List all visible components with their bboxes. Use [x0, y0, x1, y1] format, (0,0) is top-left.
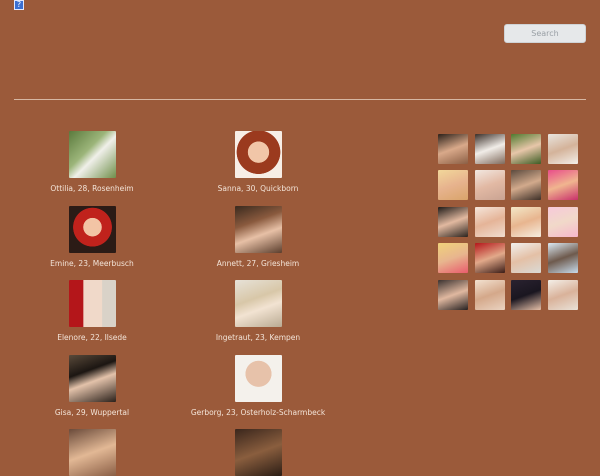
profile-caption[interactable]: Gisa, 29, Wuppertal [7, 408, 177, 418]
profile-caption[interactable]: Annett, 27, Griesheim [173, 259, 343, 269]
thumbnail[interactable] [511, 207, 541, 237]
profile-card[interactable]: Ingetraut, 23, Kempen [173, 280, 343, 343]
thumbnail[interactable] [511, 170, 541, 200]
profile-card[interactable]: Sanna, 30, Quickborn [173, 131, 343, 194]
profile-card[interactable]: Annett, 27, Griesheim [173, 206, 343, 269]
thumbnail[interactable] [438, 243, 468, 273]
thumbnail[interactable] [548, 280, 578, 310]
thumbnail[interactable] [438, 207, 468, 237]
profile-card[interactable] [173, 429, 343, 476]
profile-caption[interactable]: Elenore, 22, Ilsede [7, 333, 177, 343]
thumbnail[interactable] [548, 207, 578, 237]
thumbnail[interactable] [511, 280, 541, 310]
profile-card[interactable]: Emine, 23, Meerbusch [7, 206, 177, 269]
profile-photo[interactable] [68, 131, 116, 178]
profile-photo[interactable] [68, 280, 116, 327]
thumbnail[interactable] [475, 170, 505, 200]
thumbnail[interactable] [475, 207, 505, 237]
profile-photo[interactable] [234, 131, 282, 178]
profile-caption[interactable]: Ingetraut, 23, Kempen [173, 333, 343, 343]
thumbnail[interactable] [511, 243, 541, 273]
thumbnail[interactable] [475, 280, 505, 310]
profile-caption[interactable]: Emine, 23, Meerbusch [7, 259, 177, 269]
thumbnail[interactable] [438, 280, 468, 310]
thumbnail[interactable] [438, 170, 468, 200]
profile-photo[interactable] [68, 206, 116, 253]
profile-photo[interactable] [234, 280, 282, 327]
profile-card[interactable]: Gerborg, 23, Osterholz-Scharmbeck [173, 355, 343, 418]
thumbnail-grid [438, 134, 588, 314]
profile-card[interactable] [7, 429, 177, 476]
thumbnail[interactable] [475, 134, 505, 164]
thumbnail[interactable] [548, 134, 578, 164]
thumbnail[interactable] [548, 170, 578, 200]
profile-photo[interactable] [234, 429, 282, 476]
thumbnail[interactable] [511, 134, 541, 164]
thumbnail[interactable] [438, 134, 468, 164]
profile-photo[interactable] [234, 355, 282, 402]
profile-card[interactable]: Ottilia, 28, Rosenheim [7, 131, 177, 194]
profile-list: Ottilia, 28, Rosenheim Sanna, 30, Quickb… [0, 0, 420, 476]
profile-card[interactable]: Gisa, 29, Wuppertal [7, 355, 177, 418]
search-input[interactable] [504, 24, 586, 43]
profile-photo[interactable] [68, 429, 116, 476]
profile-caption[interactable]: Ottilia, 28, Rosenheim [7, 184, 177, 194]
profile-card[interactable]: Elenore, 22, Ilsede [7, 280, 177, 343]
profile-caption[interactable]: Gerborg, 23, Osterholz-Scharmbeck [173, 408, 343, 418]
thumbnail[interactable] [548, 243, 578, 273]
profile-photo[interactable] [68, 355, 116, 402]
profile-photo[interactable] [234, 206, 282, 253]
thumbnail[interactable] [475, 243, 505, 273]
profile-caption[interactable]: Sanna, 30, Quickborn [173, 184, 343, 194]
